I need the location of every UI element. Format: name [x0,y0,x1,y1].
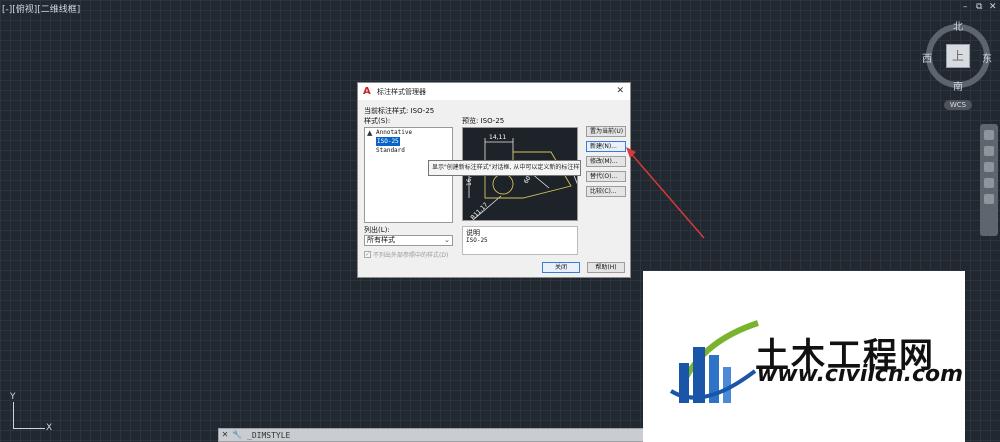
watermark-logo: 土木工程网 www.civilcn.com [643,271,965,442]
watermark-url: www.civilcn.com [757,362,964,387]
civilcn-logo-icon [669,320,759,403]
